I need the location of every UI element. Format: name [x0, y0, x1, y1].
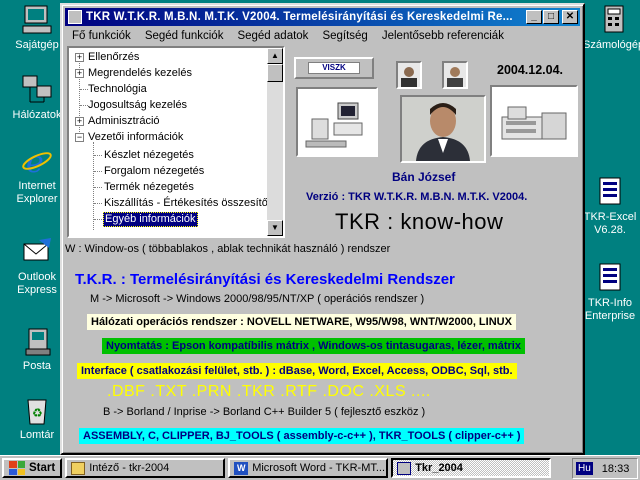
tree-item-ellenorzes[interactable]: Ellenőrzés — [88, 51, 139, 64]
taskbar-item-tkr[interactable]: Tkr_2004 — [391, 458, 552, 478]
computer-image-panel — [296, 87, 378, 157]
tree-item-keszlet[interactable]: Készlet nézegetés — [104, 149, 194, 162]
printing-banner: Nyomtatás : Epson kompatíbilis mátrix , … — [102, 338, 525, 354]
tkr-excel-icon — [594, 176, 626, 208]
tree-item-vezetoi[interactable]: Vezetői információk — [88, 131, 183, 144]
app-icon[interactable] — [68, 10, 82, 24]
desktop-icon-tkr-excel[interactable]: TKR-Excel V6.28. — [580, 176, 640, 237]
photo-small-2 — [442, 61, 468, 89]
minimize-button[interactable]: _ — [526, 10, 542, 24]
desktop-icon-label: Internet Explorer — [16, 180, 58, 205]
close-button[interactable]: ✕ — [562, 10, 578, 24]
tree-item-adminisztracio[interactable]: Adminisztráció — [88, 115, 160, 128]
tree-line — [94, 203, 102, 204]
taskbar-item-label: Tkr_2004 — [415, 462, 463, 474]
tree-item-forgalom[interactable]: Forgalom nézegetés — [104, 165, 204, 178]
w-line: W : Window-os ( többablakos , ablak tech… — [65, 243, 391, 255]
tree-line — [80, 89, 88, 90]
taskbar-item-label: Intéző - tkr-2004 — [89, 462, 170, 474]
person-photo-icon — [401, 67, 417, 87]
start-label: Start — [29, 462, 56, 474]
tree-expander[interactable]: + — [75, 69, 84, 78]
taskbar-item-explorer[interactable]: Intéző - tkr-2004 — [65, 458, 226, 478]
window-title: TKR W.T.K.R. M.B.N. M.T.K. V2004. Termel… — [86, 11, 513, 23]
windows-logo-icon — [9, 461, 25, 475]
desktop-icon-label: TKR-Info Enterprise — [584, 297, 636, 322]
app-window-icon — [397, 461, 412, 475]
taskbar-item-word[interactable]: W Microsoft Word - TKR-MT... — [228, 458, 389, 478]
file-extensions: .DBF .TXT .PRN .TKR .RTF .DOC .XLS .... — [107, 383, 431, 400]
clock[interactable]: 18:33 — [602, 463, 630, 475]
tree-item-technologia[interactable]: Technológia — [88, 83, 147, 96]
tree-item-egyeb[interactable]: Egyéb információk — [103, 212, 198, 227]
tree-scrollbar[interactable]: ▲ ▼ — [267, 48, 283, 236]
tree-item-megrendeles[interactable]: Megrendelés kezelés — [88, 67, 192, 80]
tree-view[interactable]: + Ellenőrzés + Megrendelés kezelés Techn… — [67, 46, 285, 238]
desktop-icon-label: Outlook Express — [17, 271, 57, 296]
tree-line — [94, 219, 102, 220]
folder-icon — [71, 461, 86, 475]
title-bar[interactable]: TKR W.T.K.R. M.B.N. M.T.K. V2004. Termel… — [65, 8, 580, 26]
menu-seged-funkciok[interactable]: Segéd funkciók — [138, 30, 231, 42]
tree-expander[interactable]: + — [75, 117, 84, 126]
desktop-icon-label: Számológép — [583, 39, 640, 51]
app-window: TKR W.T.K.R. M.B.N. M.T.K. V2004. Termel… — [60, 3, 585, 455]
m-line: M -> Microsoft -> Windows 2000/98/95/NT/… — [90, 293, 425, 305]
taskbar-item-label: Microsoft Word - TKR-MT... — [252, 462, 386, 474]
outlook-express-icon — [21, 236, 53, 268]
word-icon: W — [234, 461, 249, 475]
system-title: T.K.R. : Termelésirányítási és Kereskede… — [75, 271, 455, 288]
tree-item-jogosultsag[interactable]: Jogosultság kezelés — [88, 99, 187, 112]
b-line: B -> Borland / Inprise -> Borland C++ Bu… — [103, 406, 426, 418]
person-photo-icon — [447, 67, 463, 87]
recycle-bin-icon: ♻ — [21, 394, 53, 426]
network-os-banner: Hálózati operációs rendszer : NOVELL NET… — [87, 314, 516, 330]
tree-expander[interactable]: − — [75, 133, 84, 142]
taskbar: Start Intéző - tkr-2004 W Microsoft Word… — [0, 455, 640, 480]
calculator-icon — [597, 4, 629, 36]
scroll-thumb[interactable] — [267, 64, 283, 82]
tools-banner: ASSEMBLY, C, CLIPPER, BJ_TOOLS ( assembl… — [79, 428, 525, 444]
tree-line — [94, 171, 102, 172]
internet-explorer-icon: e — [21, 145, 53, 180]
interface-banner: Interface ( csatlakozási felület, stb. )… — [77, 363, 517, 379]
menu-bar: Fő funkciók Segéd funkciók Segéd adatok … — [65, 27, 580, 45]
portrait-photo-icon — [402, 97, 484, 161]
maximize-button[interactable]: □ — [543, 10, 559, 24]
menu-segitseg[interactable]: Segítség — [315, 30, 374, 42]
start-button[interactable]: Start — [2, 458, 63, 478]
system-tray: Hu 18:33 — [572, 458, 638, 479]
computer-picture-icon — [305, 102, 363, 148]
scroll-up-arrow-icon[interactable]: ▲ — [267, 48, 283, 64]
viszk-logo: VISZK — [308, 62, 360, 74]
svg-text:♻: ♻ — [32, 406, 43, 420]
version-label: Verzió : TKR W.T.K.R. M.B.N. M.T.K. V200… — [306, 191, 528, 203]
menu-referenciak[interactable]: Jelentősebb referenciák — [375, 30, 511, 42]
my-computer-icon — [21, 4, 53, 36]
tree-line — [94, 187, 102, 188]
current-date: 2004.12.04. — [497, 63, 564, 77]
tree-line — [94, 155, 102, 156]
logo-panel: VISZK — [294, 57, 374, 79]
tkr-info-icon — [594, 262, 626, 294]
photo-small-1 — [396, 61, 422, 89]
menu-fo-funkciok[interactable]: Fő funkciók — [65, 30, 138, 42]
tree-expander[interactable]: + — [75, 53, 84, 62]
tree-item-kiszallitas[interactable]: Kiszállítás - Értékesítés összesítő — [104, 197, 268, 210]
portrait-panel — [400, 95, 486, 163]
tree-item-termek[interactable]: Termék nézegetés — [104, 181, 194, 194]
language-indicator[interactable]: Hu — [576, 462, 593, 475]
desktop-icon-tkr-info[interactable]: TKR-Info Enterprise — [580, 262, 640, 323]
post-icon — [21, 325, 53, 357]
cash-register-icon — [501, 106, 567, 140]
network-icon — [21, 74, 53, 106]
desktop-icon-calculator[interactable]: Számológép — [583, 4, 640, 52]
desktop-icon-label: TKR-Excel V6.28. — [583, 211, 637, 236]
person-name: Bán József — [392, 170, 456, 184]
slogan: TKR : know-how — [335, 209, 504, 234]
cash-register-panel — [490, 85, 578, 157]
menu-seged-adatok[interactable]: Segéd adatok — [230, 30, 315, 42]
scroll-down-arrow-icon[interactable]: ▼ — [267, 220, 283, 236]
tree-line — [80, 105, 88, 106]
